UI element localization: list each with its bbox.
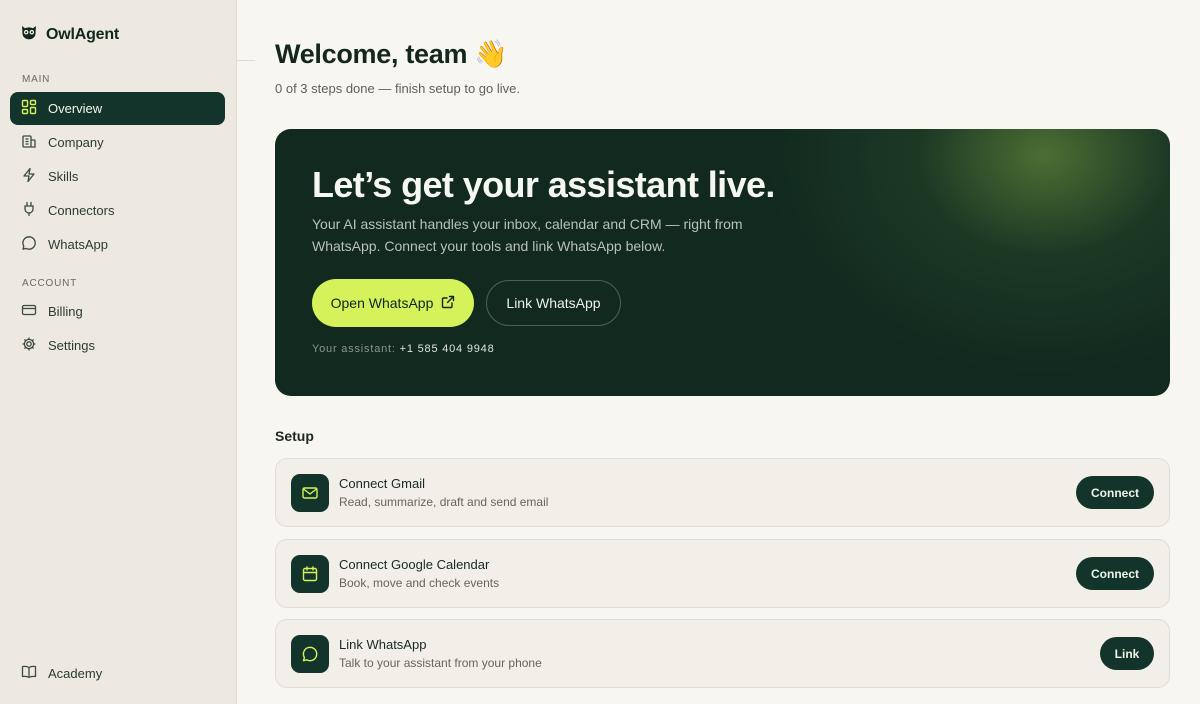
hero-description: Your AI assistant handles your inbox, ca… bbox=[312, 216, 743, 254]
setup-task-whatsapp: Link WhatsApp Talk to your assistant fro… bbox=[275, 619, 1170, 688]
connect-calendar-button[interactable]: Connect bbox=[1076, 557, 1154, 590]
setup-task-calendar: Connect Google Calendar Book, move and c… bbox=[275, 539, 1170, 608]
lightning-icon bbox=[21, 167, 37, 186]
assistant-phone: +1 585 404 9948 bbox=[399, 343, 495, 355]
section-label-main: MAIN bbox=[22, 74, 51, 85]
button-label: Link WhatsApp bbox=[506, 295, 601, 311]
sidebar-item-billing[interactable]: Billing bbox=[10, 295, 225, 328]
task-description: Book, move and check events bbox=[339, 576, 500, 590]
hero-title: Let’s get your assistant live. bbox=[312, 164, 775, 205]
sidebar-item-label: Skills bbox=[48, 169, 79, 184]
sidebar-item-label: WhatsApp bbox=[48, 237, 108, 252]
link-whatsapp-task-button[interactable]: Link bbox=[1100, 637, 1154, 670]
gear-icon bbox=[21, 336, 37, 355]
sidebar-item-label: Connectors bbox=[48, 203, 115, 218]
sidebar-item-label: Billing bbox=[48, 304, 83, 319]
sidebar-item-skills[interactable]: Skills bbox=[10, 160, 225, 193]
sidebar-item-academy[interactable]: Academy bbox=[10, 657, 225, 690]
credit-card-icon bbox=[21, 302, 37, 321]
setup-heading: Setup bbox=[275, 428, 314, 444]
brand[interactable]: OwlAgent bbox=[20, 23, 119, 46]
sidebar-item-overview[interactable]: Overview bbox=[10, 92, 225, 125]
book-icon bbox=[21, 664, 37, 683]
link-whatsapp-button[interactable]: Link WhatsApp bbox=[486, 280, 621, 326]
hero-card: Let’s get your assistant live. Your AI a… bbox=[275, 129, 1170, 396]
sidebar-item-label: Settings bbox=[48, 338, 95, 353]
button-label: Open WhatsApp bbox=[330, 295, 434, 311]
chat-bubble-icon bbox=[21, 235, 37, 254]
sidebar: OwlAgent MAIN Overview Company Skills Co… bbox=[0, 0, 237, 704]
sidebar-item-whatsapp[interactable]: WhatsApp bbox=[10, 228, 225, 261]
calendar-icon bbox=[291, 555, 329, 593]
task-title: Connect Gmail bbox=[339, 476, 425, 491]
assistant-label: Your assistant: bbox=[312, 343, 396, 355]
sidebar-item-label: Company bbox=[48, 135, 104, 150]
app-name: OwlAgent bbox=[46, 25, 120, 43]
chat-bubble-icon bbox=[291, 635, 329, 673]
task-description: Talk to your assistant from your phone bbox=[339, 656, 542, 670]
open-whatsapp-button[interactable]: Open WhatsApp bbox=[312, 279, 474, 327]
setup-task-gmail: Connect Gmail Read, summarize, draft and… bbox=[275, 458, 1170, 527]
sidebar-item-company[interactable]: Company bbox=[10, 126, 225, 159]
task-title: Connect Google Calendar bbox=[339, 557, 490, 572]
assistant-number: Your assistant: +1 585 404 9948 bbox=[312, 343, 495, 355]
sidebar-item-settings[interactable]: Settings bbox=[10, 329, 225, 362]
sidebar-item-label: Overview bbox=[48, 101, 103, 116]
building-icon bbox=[21, 133, 37, 152]
sidebar-item-label: Academy bbox=[48, 666, 103, 681]
layout-grid-icon bbox=[21, 99, 37, 118]
plug-icon bbox=[21, 201, 37, 220]
progress-subtitle: 0 of 3 steps done — finish setup to go l… bbox=[275, 81, 520, 96]
task-title: Link WhatsApp bbox=[339, 637, 427, 652]
task-description: Read, summarize, draft and send email bbox=[339, 495, 549, 509]
connect-gmail-button[interactable]: Connect bbox=[1076, 476, 1154, 509]
mail-icon bbox=[291, 474, 329, 512]
header-divider bbox=[237, 60, 255, 61]
section-label-account: ACCOUNT bbox=[22, 278, 78, 289]
external-link-icon bbox=[441, 295, 455, 312]
sidebar-item-connectors[interactable]: Connectors bbox=[10, 194, 225, 227]
page-title: Welcome, team 👋 bbox=[275, 39, 508, 69]
owl-logo-icon bbox=[20, 23, 38, 46]
